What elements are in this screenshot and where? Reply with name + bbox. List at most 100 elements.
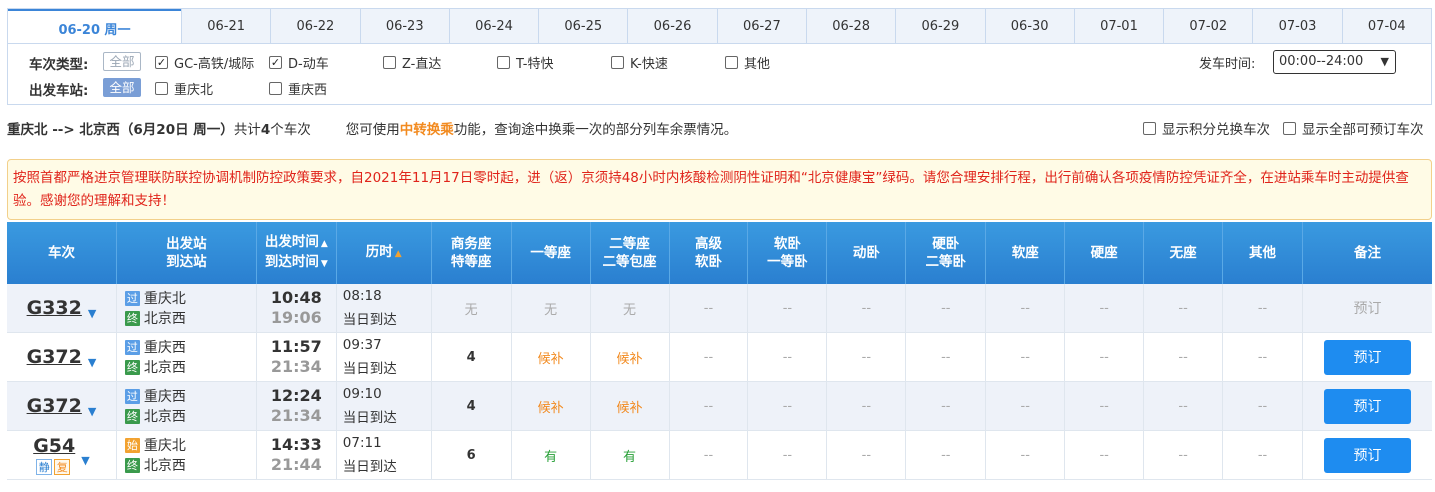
seat-availability-cell: -- <box>906 382 987 430</box>
times-cell: 14:33 21:44 <box>257 431 337 479</box>
expand-stops-icon[interactable]: ▼ <box>88 307 96 320</box>
seat-availability: -- <box>703 398 714 414</box>
header-times[interactable]: 出发时间 ▲ 到达时间 ▼ <box>257 222 337 284</box>
table-row: G372 ▼ 过重庆西终北京西 11:57 21:34 09:37 当日到达 4 候补 候补 -- -… <box>7 333 1432 382</box>
date-tab[interactable]: 07-03 <box>1252 9 1341 43</box>
train-type-checkbox[interactable]: K-快速 <box>611 53 668 72</box>
book-button-disabled: 预订 <box>1353 301 1382 317</box>
station-type-icon: 终 <box>124 457 140 473</box>
count-suffix: 个车次 <box>270 122 311 138</box>
seat-availability-cell: -- <box>1144 284 1224 332</box>
checkbox-icon <box>155 82 168 95</box>
seat-availability-cell[interactable]: 4 <box>432 333 512 381</box>
train-number-link[interactable]: G332 <box>27 297 82 319</box>
remark-cell: 预订 <box>1303 333 1432 381</box>
date-tab[interactable]: 07-02 <box>1163 9 1252 43</box>
duration: 09:10 <box>342 386 382 402</box>
to-station: 北京西 <box>143 409 186 425</box>
date-tab[interactable]: 06-23 <box>359 9 449 43</box>
seat-availability: 无 <box>544 302 558 318</box>
station-all-button[interactable]: 全部 <box>103 78 141 97</box>
seat-availability-cell[interactable]: 有 <box>512 431 591 479</box>
seat-availability-cell[interactable]: 候补 <box>591 382 670 430</box>
train-type-checkbox[interactable]: Z-直达 <box>383 53 441 72</box>
seat-availability: -- <box>941 447 951 463</box>
seat-availability-cell: -- <box>670 333 749 381</box>
header-other: 其他 <box>1223 222 1304 284</box>
seat-availability-cell[interactable]: 6 <box>432 431 512 479</box>
station-checkbox[interactable]: 重庆西 <box>269 79 327 98</box>
times-cell: 12:24 21:34 <box>257 382 337 430</box>
seat-availability: 无 <box>464 302 478 318</box>
count-prefix: 共计 <box>233 122 261 138</box>
seat-availability: -- <box>1257 300 1268 316</box>
date-tab[interactable]: 06-20 周一 <box>8 9 181 45</box>
seat-availability: 无 <box>623 302 637 318</box>
seat-availability-cell[interactable]: 候补 <box>591 333 670 381</box>
station-option-label: 重庆北 <box>174 83 214 98</box>
book-button[interactable]: 预订 <box>1323 339 1411 375</box>
date-tab[interactable]: 07-01 <box>1073 9 1163 43</box>
date-tab[interactable]: 06-25 <box>538 9 627 43</box>
date-tab[interactable]: 06-28 <box>805 9 895 43</box>
header-deluxe-sleeper: 高级 软卧 <box>670 222 749 284</box>
date-tab[interactable]: 06-27 <box>716 9 806 43</box>
station-checkbox[interactable]: 重庆北 <box>155 79 213 98</box>
train-feature-tag: 复 <box>54 459 71 475</box>
station-type-icon: 过 <box>124 339 140 355</box>
seat-availability: -- <box>1257 349 1268 365</box>
date-tab[interactable]: 06-22 <box>270 9 359 43</box>
train-type-checkbox[interactable]: ✓ GC-高铁/城际 <box>155 53 254 72</box>
seat-availability: -- <box>1178 349 1188 365</box>
seat-availability-cell: -- <box>1144 431 1224 479</box>
train-type-checkbox[interactable]: T-特快 <box>497 53 553 72</box>
date-tab[interactable]: 06-30 <box>984 9 1074 43</box>
train-type-option-label: Z-直达 <box>402 57 442 72</box>
departure-time: 12:24 <box>270 386 322 405</box>
duration: 09:37 <box>342 337 382 353</box>
train-number-link[interactable]: G54 <box>33 435 75 457</box>
book-button[interactable]: 预订 <box>1323 388 1411 424</box>
expand-stops-icon[interactable]: ▼ <box>81 454 89 467</box>
seat-availability: -- <box>782 300 793 316</box>
seat-availability-cell: -- <box>1223 284 1304 332</box>
points-trains-checkbox[interactable]: 显示积分兑换车次 <box>1143 118 1270 138</box>
date-tab[interactable]: 06-26 <box>627 9 716 43</box>
date-tab[interactable]: 06-24 <box>448 9 538 43</box>
train-type-checkbox[interactable]: 其他 <box>725 53 770 72</box>
seat-availability-cell[interactable]: 候补 <box>512 333 591 381</box>
from-station: 重庆西 <box>143 340 186 356</box>
train-number-link[interactable]: G372 <box>27 346 82 368</box>
header-duration[interactable]: 历时 ▲ <box>337 222 432 284</box>
seat-availability-cell[interactable]: 候补 <box>512 382 591 430</box>
seat-availability-cell: -- <box>1223 431 1304 479</box>
from-station: 重庆北 <box>143 291 186 307</box>
seat-availability-cell[interactable]: 有 <box>591 431 670 479</box>
seat-availability-cell: -- <box>986 284 1066 332</box>
train-number-cell: G54 静复 ▼ <box>7 431 117 479</box>
points-trains-label: 显示积分兑换车次 <box>1162 122 1270 138</box>
date-tab[interactable]: 07-04 <box>1341 9 1431 43</box>
remark-cell: 预订 <box>1303 284 1432 332</box>
expand-stops-icon[interactable]: ▼ <box>88 405 96 418</box>
transfer-link[interactable]: 中转换乘 <box>400 122 454 138</box>
seat-availability-cell: -- <box>1065 431 1145 479</box>
date-tab[interactable]: 06-21 <box>181 9 270 43</box>
all-bookable-checkbox[interactable]: 显示全部可预订车次 <box>1283 118 1424 138</box>
seat-availability-cell: -- <box>827 284 907 332</box>
departure-time-select[interactable]: 00:00--24:00 ▼ <box>1273 50 1396 74</box>
train-type-all-button[interactable]: 全部 <box>103 52 141 71</box>
date-tab[interactable]: 06-29 <box>895 9 984 43</box>
train-type-option-label: K-快速 <box>630 57 668 72</box>
checkbox-icon <box>269 82 282 95</box>
train-number-cell: G372 ▼ <box>7 333 117 381</box>
train-number-link[interactable]: G372 <box>27 395 82 417</box>
expand-stops-icon[interactable]: ▼ <box>88 356 96 369</box>
train-type-checkbox[interactable]: ✓ D-动车 <box>269 53 329 72</box>
seat-availability-cell: -- <box>906 333 987 381</box>
departure-time: 11:57 <box>270 337 322 356</box>
seat-availability: 候补 <box>616 351 643 367</box>
book-button[interactable]: 预订 <box>1323 437 1411 473</box>
seat-availability-cell[interactable]: 4 <box>432 382 512 430</box>
train-table: 车次 出发站 到达站 出发时间 ▲ 到达时间 ▼ 历时 ▲ 商务座 特等座 一等座 二等座二… <box>7 222 1432 480</box>
